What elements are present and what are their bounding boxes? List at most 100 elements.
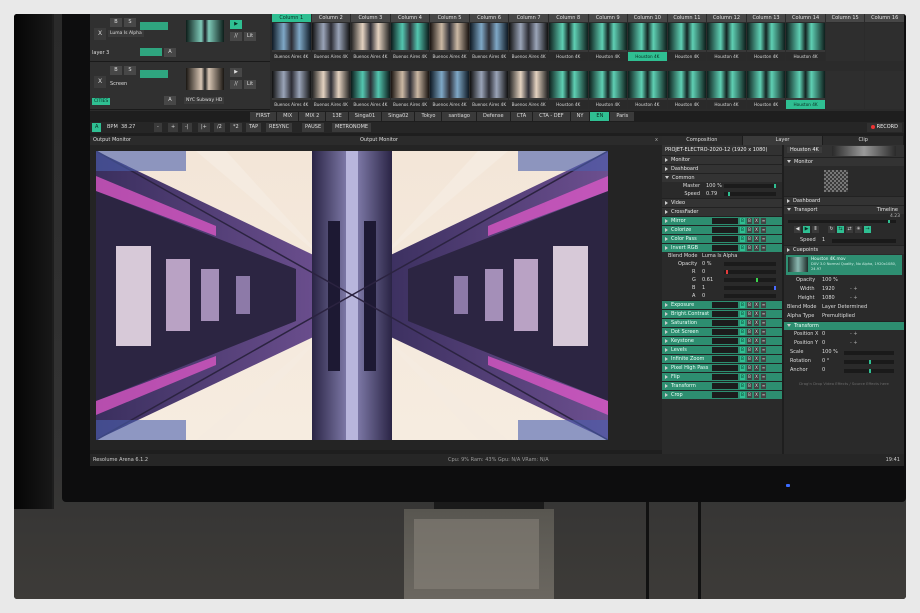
deck-tab[interactable]: Paris (610, 112, 635, 121)
clip-slot[interactable]: Houston 4K (746, 23, 786, 61)
effect-menu-icon[interactable]: ≡ (761, 383, 766, 389)
column-header[interactable]: Column 4 (390, 14, 430, 22)
effect-menu-icon[interactable]: ≡ (761, 365, 766, 371)
deck-tab[interactable]: Singa01 (348, 112, 382, 121)
pause-icon[interactable]: Ⅱ (812, 226, 819, 233)
effect-opacity-slider[interactable] (712, 383, 738, 389)
clip-slot[interactable]: Houston 4K (707, 23, 746, 61)
effect-menu-icon[interactable]: ≡ (761, 227, 766, 233)
clip-slot[interactable]: Houston 4K (548, 23, 588, 61)
effect-remove-button[interactable]: X (754, 374, 759, 380)
section-video[interactable]: Video (662, 198, 782, 207)
column-header[interactable]: Column 15 (825, 14, 865, 22)
clip-slot[interactable]: Buenos Aires 4K (351, 71, 390, 109)
opacity-slider[interactable] (724, 262, 776, 266)
deck-tab[interactable]: NY (570, 112, 590, 121)
layer-opacity-slider[interactable] (140, 22, 168, 30)
g-slider[interactable] (724, 278, 776, 282)
effect-opacity-slider[interactable] (712, 338, 738, 344)
clip-speed-value[interactable]: 1 (822, 236, 825, 245)
effect-b-button[interactable]: B (747, 392, 752, 398)
deck-tab[interactable]: CTA (510, 112, 533, 121)
column-header[interactable]: Column 12 (707, 14, 746, 22)
effect-row[interactable]: Infinite Zoom B B X ≡ (662, 354, 782, 363)
clip-section-transform[interactable]: Transform (784, 321, 904, 330)
layer-solo-button[interactable]: S (124, 66, 136, 75)
effect-remove-button[interactable]: X (754, 383, 759, 389)
speed-slider[interactable] (724, 192, 776, 196)
effect-opacity-slider[interactable] (712, 329, 738, 335)
effect-remove-button[interactable]: X (754, 392, 759, 398)
effect-bypass-button[interactable]: B (740, 311, 745, 317)
effect-b-button[interactable]: B (747, 365, 752, 371)
bpm-minus-button[interactable]: - (154, 123, 162, 132)
rotation-slider[interactable] (844, 360, 894, 364)
layer-clear-button[interactable]: X (94, 76, 106, 88)
effect-opacity-slider[interactable] (712, 365, 738, 371)
section-dashboard[interactable]: Dashboard (662, 164, 782, 173)
effect-remove-button[interactable]: X (754, 311, 759, 317)
nudge-minus-button[interactable]: -| (182, 123, 192, 132)
layer-master-slider[interactable] (140, 48, 162, 56)
effect-remove-button[interactable]: X (754, 302, 759, 308)
effect-b-button[interactable]: B (747, 356, 752, 362)
r-slider[interactable] (724, 270, 776, 274)
effect-menu-icon[interactable]: ≡ (761, 374, 766, 380)
loop-forward-icon[interactable]: ⇆ (837, 226, 844, 233)
effect-row[interactable]: Dot Screen B B X ≡ (662, 327, 782, 336)
play-icon[interactable]: ▶ (230, 68, 242, 77)
clip-slot[interactable]: Houston 4K (667, 71, 707, 109)
clip-slot[interactable] (865, 71, 904, 109)
effect-remove-button[interactable]: X (754, 320, 759, 326)
clip-slot[interactable]: Buenos Aires 4K (390, 71, 430, 109)
effect-row[interactable]: Keystone B B X ≡ (662, 336, 782, 345)
effect-menu-icon[interactable]: ≡ (761, 218, 766, 224)
effect-row[interactable]: Flip B B X ≡ (662, 372, 782, 381)
nudge-plus-button[interactable]: |+ (198, 123, 210, 132)
layer-bypass-button[interactable]: B (110, 18, 122, 27)
effect-row[interactable]: Levels B B X ≡ (662, 345, 782, 354)
effect-bypass-button[interactable]: B (740, 218, 745, 224)
effect-b-button[interactable]: B (747, 302, 752, 308)
layer-lit-button[interactable]: Lit (244, 80, 256, 89)
g-value[interactable]: 0.61 (702, 276, 713, 284)
effect-opacity-slider[interactable] (712, 302, 738, 308)
clip-slot[interactable]: Buenos Aires 4K (272, 23, 311, 61)
effect-opacity-slider[interactable] (712, 218, 738, 224)
column-header[interactable]: Column 8 (548, 14, 588, 22)
deck-tab[interactable]: Defense (476, 112, 510, 121)
effect-opacity-slider[interactable] (712, 236, 738, 242)
effect-opacity-slider[interactable] (712, 311, 738, 317)
clip-slot[interactable] (825, 23, 865, 61)
effect-bypass-button[interactable]: B (740, 302, 745, 308)
layer-crossfader-button[interactable]: // (230, 32, 242, 41)
clip-slot[interactable]: Houston 4K (628, 71, 667, 109)
effect-row[interactable]: Saturation B B X ≡ (662, 318, 782, 327)
clip-slot[interactable]: Buenos Aires 4K (430, 23, 469, 61)
play-reverse-icon[interactable]: ◀ (794, 226, 801, 233)
effect-bypass-button[interactable]: B (740, 392, 745, 398)
effect-bypass-button[interactable]: B (740, 245, 745, 251)
effect-row[interactable]: Pixel High Pass B B X ≡ (662, 363, 782, 372)
effect-row[interactable]: Invert RGB B B X ≡ (662, 243, 782, 252)
transport-bar[interactable] (788, 220, 896, 223)
effect-b-button[interactable]: B (747, 374, 752, 380)
resync-button[interactable]: RESYNC (266, 123, 293, 132)
column-header[interactable]: Column 1 (272, 14, 311, 22)
layer-a-button[interactable]: A (164, 96, 176, 105)
clip-slot[interactable]: Houston 4K (588, 71, 628, 109)
a-slider[interactable] (724, 294, 776, 298)
deck-tab[interactable]: Singa02 (382, 112, 415, 121)
position-y-value[interactable]: 0 (822, 339, 825, 348)
effect-opacity-slider[interactable] (712, 374, 738, 380)
r-value[interactable]: 0 (702, 268, 705, 276)
clip-slot[interactable]: Houston 4K (628, 23, 667, 61)
bpm-value[interactable]: 38.27 (118, 123, 138, 132)
clip-slot[interactable]: Buenos Aires 4K (509, 71, 548, 109)
effect-menu-icon[interactable]: ≡ (761, 338, 766, 344)
effect-menu-icon[interactable]: ≡ (761, 356, 766, 362)
effect-bypass-button[interactable]: B (740, 236, 745, 242)
width-stepper[interactable]: - + (850, 285, 858, 294)
deck-tab[interactable]: CTA - DEF (533, 112, 570, 121)
b-value[interactable]: 1 (702, 284, 705, 292)
